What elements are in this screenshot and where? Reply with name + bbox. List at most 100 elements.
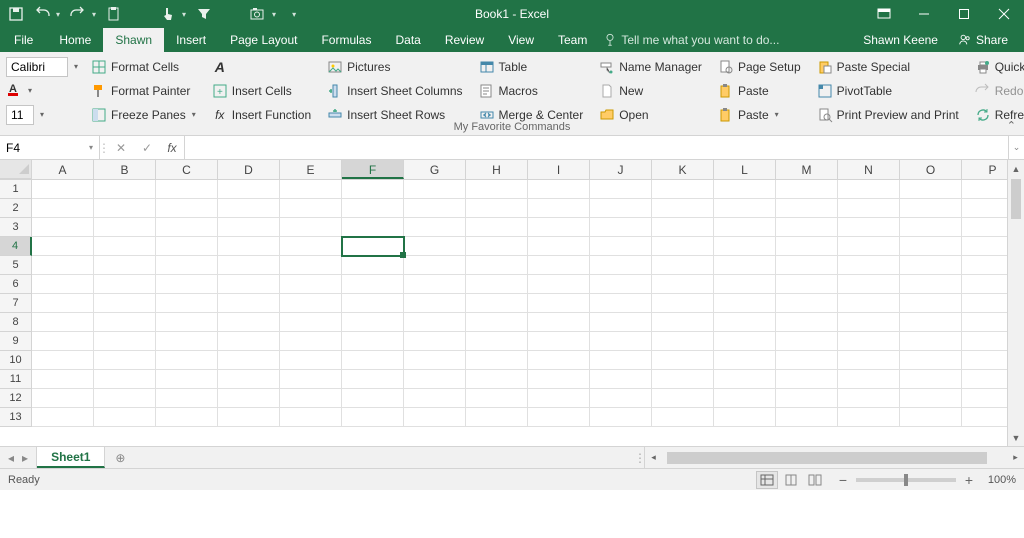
- redo-dropdown-icon[interactable]: ▾: [92, 10, 96, 19]
- ribbon-options-icon[interactable]: [864, 0, 904, 28]
- pictures-button[interactable]: Pictures: [324, 56, 465, 77]
- cell-B10[interactable]: [94, 351, 156, 370]
- font-color-dropdown-icon[interactable]: ▾: [28, 86, 32, 95]
- cell-C2[interactable]: [156, 199, 218, 218]
- tab-page-layout[interactable]: Page Layout: [218, 28, 309, 52]
- cell-N1[interactable]: [838, 180, 900, 199]
- cell-L8[interactable]: [714, 313, 776, 332]
- cell-K13[interactable]: [652, 408, 714, 427]
- touch-dropdown-icon[interactable]: ▾: [182, 10, 186, 19]
- col-header-F[interactable]: F: [342, 160, 404, 179]
- refresh-all-button[interactable]: Refresh All: [972, 104, 1024, 125]
- cell-K2[interactable]: [652, 199, 714, 218]
- cell-E7[interactable]: [280, 294, 342, 313]
- col-header-M[interactable]: M: [776, 160, 838, 179]
- cell-M11[interactable]: [776, 370, 838, 389]
- cell-F5[interactable]: [342, 256, 404, 275]
- sheet-next-icon[interactable]: ▸: [22, 451, 28, 465]
- cell-I1[interactable]: [528, 180, 590, 199]
- cell-H6[interactable]: [466, 275, 528, 294]
- cell-F13[interactable]: [342, 408, 404, 427]
- cell-B7[interactable]: [94, 294, 156, 313]
- col-header-L[interactable]: L: [714, 160, 776, 179]
- cancel-formula-icon[interactable]: ✕: [108, 141, 134, 155]
- tab-team[interactable]: Team: [546, 28, 599, 52]
- scroll-down-icon[interactable]: ▼: [1008, 429, 1024, 446]
- tab-view[interactable]: View: [496, 28, 546, 52]
- cell-L4[interactable]: [714, 237, 776, 256]
- cell-D2[interactable]: [218, 199, 280, 218]
- font-size-dropdown-icon[interactable]: ▾: [40, 110, 44, 119]
- cell-J12[interactable]: [590, 389, 652, 408]
- insert-cells-button[interactable]: +Insert Cells: [209, 80, 314, 101]
- cell-J4[interactable]: [590, 237, 652, 256]
- cell-B3[interactable]: [94, 218, 156, 237]
- maximize-button[interactable]: [944, 0, 984, 28]
- cell-L5[interactable]: [714, 256, 776, 275]
- cell-F11[interactable]: [342, 370, 404, 389]
- cell-I3[interactable]: [528, 218, 590, 237]
- zoom-in-button[interactable]: +: [962, 472, 976, 488]
- cell-A5[interactable]: [32, 256, 94, 275]
- cell-O12[interactable]: [900, 389, 962, 408]
- cell-N11[interactable]: [838, 370, 900, 389]
- cell-M8[interactable]: [776, 313, 838, 332]
- cell-D10[interactable]: [218, 351, 280, 370]
- cell-A3[interactable]: [32, 218, 94, 237]
- cell-H2[interactable]: [466, 199, 528, 218]
- cell-A11[interactable]: [32, 370, 94, 389]
- expand-formula-bar-icon[interactable]: ⌄: [1008, 136, 1024, 159]
- cell-K6[interactable]: [652, 275, 714, 294]
- cell-J8[interactable]: [590, 313, 652, 332]
- cell-O3[interactable]: [900, 218, 962, 237]
- cell-O9[interactable]: [900, 332, 962, 351]
- row-header-2[interactable]: 2: [0, 199, 32, 218]
- camera-dropdown-icon[interactable]: ▾: [272, 10, 276, 19]
- cell-G5[interactable]: [404, 256, 466, 275]
- page-setup-button[interactable]: Page Setup: [715, 56, 804, 77]
- cell-C6[interactable]: [156, 275, 218, 294]
- cell-C1[interactable]: [156, 180, 218, 199]
- cell-E8[interactable]: [280, 313, 342, 332]
- col-header-C[interactable]: C: [156, 160, 218, 179]
- cell-N2[interactable]: [838, 199, 900, 218]
- col-header-H[interactable]: H: [466, 160, 528, 179]
- cell-E4[interactable]: [280, 237, 342, 256]
- cell-J13[interactable]: [590, 408, 652, 427]
- cell-E9[interactable]: [280, 332, 342, 351]
- cell-J5[interactable]: [590, 256, 652, 275]
- touch-mode-icon[interactable]: [160, 6, 176, 22]
- normal-view-button[interactable]: [756, 471, 778, 489]
- enter-formula-icon[interactable]: ✓: [134, 141, 160, 155]
- cell-C12[interactable]: [156, 389, 218, 408]
- cell-C8[interactable]: [156, 313, 218, 332]
- name-box[interactable]: ▾: [0, 136, 100, 159]
- cell-M2[interactable]: [776, 199, 838, 218]
- cell-D11[interactable]: [218, 370, 280, 389]
- cell-L7[interactable]: [714, 294, 776, 313]
- cell-O10[interactable]: [900, 351, 962, 370]
- redo-icon[interactable]: [70, 6, 86, 22]
- vertical-scrollbar[interactable]: ▲ ▼: [1007, 160, 1024, 446]
- cell-I2[interactable]: [528, 199, 590, 218]
- format-cells-button[interactable]: Format Cells: [88, 56, 199, 77]
- col-header-N[interactable]: N: [838, 160, 900, 179]
- cell-H9[interactable]: [466, 332, 528, 351]
- cell-D7[interactable]: [218, 294, 280, 313]
- cell-F2[interactable]: [342, 199, 404, 218]
- cell-N3[interactable]: [838, 218, 900, 237]
- cell-J2[interactable]: [590, 199, 652, 218]
- cell-O2[interactable]: [900, 199, 962, 218]
- cell-I13[interactable]: [528, 408, 590, 427]
- cell-K1[interactable]: [652, 180, 714, 199]
- cell-M13[interactable]: [776, 408, 838, 427]
- paste-icon[interactable]: [106, 6, 122, 22]
- cell-F3[interactable]: [342, 218, 404, 237]
- cell-J11[interactable]: [590, 370, 652, 389]
- open-button[interactable]: Open: [596, 104, 705, 125]
- cell-M10[interactable]: [776, 351, 838, 370]
- sheet-tab-active[interactable]: Sheet1: [37, 447, 105, 468]
- cell-G9[interactable]: [404, 332, 466, 351]
- cell-B13[interactable]: [94, 408, 156, 427]
- table-button[interactable]: Table: [476, 56, 587, 77]
